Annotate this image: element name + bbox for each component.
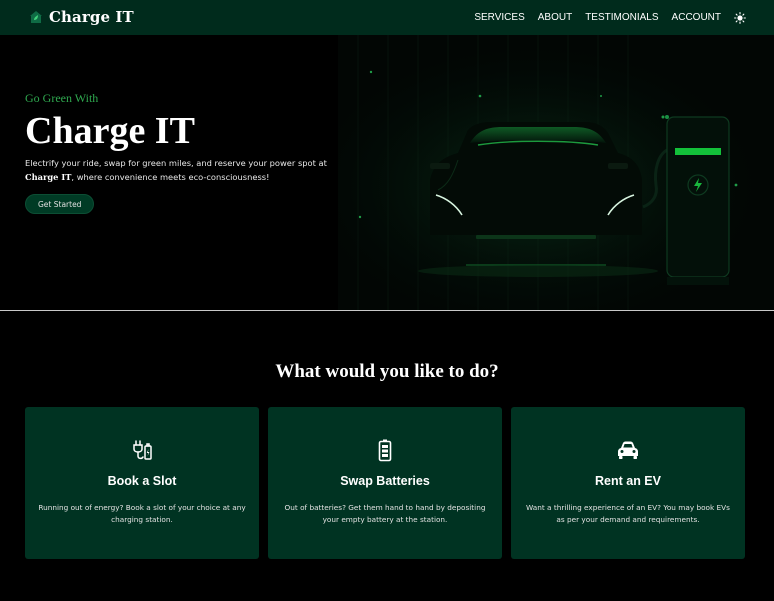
card-description: Running out of energy? Book a slot of yo…	[38, 503, 246, 524]
brand-name: Charge IT	[49, 8, 134, 26]
nav-link-account[interactable]: ACCOUNT	[672, 12, 721, 23]
brand-logo[interactable]: Charge IT	[29, 8, 134, 26]
card-title: Book a Slot	[107, 474, 177, 488]
services-cards: Book a Slot Running out of energy? Book …	[25, 407, 745, 559]
service-card-swap-batteries[interactable]: Swap Batteries Out of batteries? Get the…	[268, 407, 502, 559]
card-description: Out of batteries? Get them hand to hand …	[284, 503, 486, 524]
nav-links: SERVICES ABOUT TESTIMONIALS ACCOUNT	[461, 0, 746, 35]
car-icon	[618, 441, 638, 459]
card-title: Rent an EV	[595, 474, 661, 488]
house-leaf-icon	[30, 11, 42, 23]
hero-description-suffix: , where convenience meets eco-consciousn…	[71, 172, 270, 182]
hero-description: Electrify your ride, swap for green mile…	[25, 156, 350, 184]
service-card-rent-ev[interactable]: Rent an EV Want a thrilling experience o…	[511, 407, 745, 559]
services-heading: What would you like to do?	[275, 361, 499, 382]
card-title: Swap Batteries	[340, 474, 430, 488]
sun-icon[interactable]	[734, 11, 746, 24]
service-card-book-slot[interactable]: Book a Slot Running out of energy? Book …	[25, 407, 259, 559]
card-description: Want a thrilling experience of an EV? Yo…	[526, 503, 730, 524]
top-navbar: Charge IT SERVICES ABOUT TESTIMONIALS AC…	[0, 0, 774, 35]
ev-charging-illustration	[338, 35, 774, 310]
hero-title: Charge IT	[25, 110, 195, 152]
battery-icon	[378, 439, 392, 462]
hero-description-prefix: Electrify your ride, swap for green mile…	[25, 158, 327, 168]
get-started-button[interactable]: Get Started	[25, 194, 95, 214]
hero-text: Go Green With Charge IT Electrify your r…	[25, 91, 355, 214]
nav-link-testimonials[interactable]: TESTIMONIALS	[585, 12, 658, 23]
hero-section: Go Green With Charge IT Electrify your r…	[0, 35, 774, 310]
hero-description-brand: Charge IT	[25, 172, 72, 182]
ev-plug-icon	[133, 440, 152, 460]
nav-link-about[interactable]: ABOUT	[538, 12, 572, 23]
nav-link-services[interactable]: SERVICES	[474, 12, 524, 23]
hero-tagline: Go Green With	[25, 91, 99, 105]
section-divider	[0, 310, 774, 311]
